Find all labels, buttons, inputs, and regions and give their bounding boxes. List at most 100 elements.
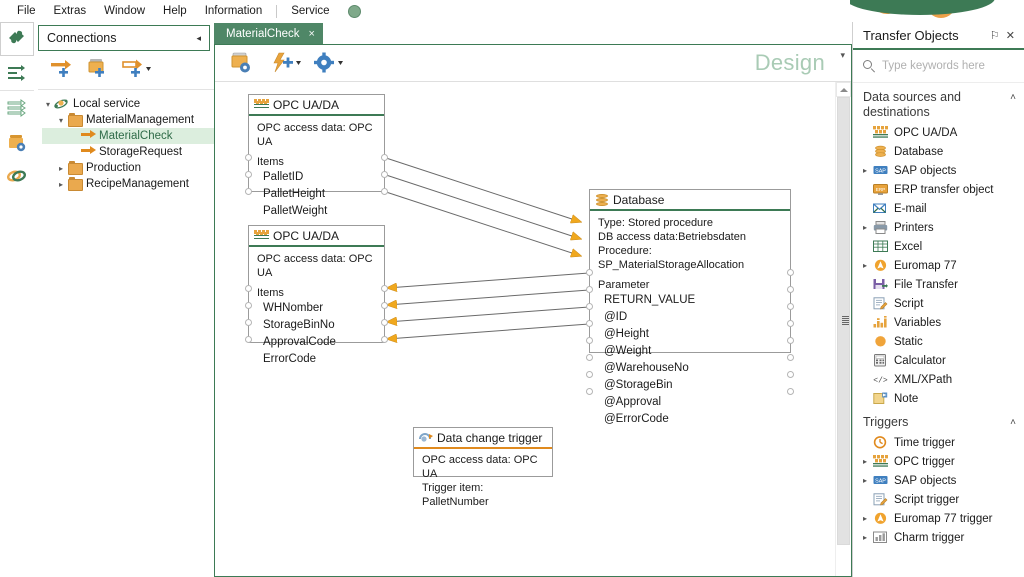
menu-information[interactable]: Information [196, 3, 272, 19]
close-icon[interactable]: ✕ [1003, 29, 1018, 42]
search-input[interactable]: Type keywords here [882, 60, 985, 72]
port-out[interactable] [381, 302, 388, 309]
transfer-object-item[interactable]: ▸SAPSAP objects [853, 161, 1024, 180]
design-canvas[interactable]: OPC UA/DA OPC access data: OPC UA Items … [215, 82, 851, 576]
port-in[interactable] [586, 337, 593, 344]
expand-twisty-icon[interactable]: ▸ [863, 533, 873, 542]
port-out[interactable] [381, 171, 388, 178]
scrollbar-track[interactable] [836, 97, 851, 557]
port-in[interactable] [586, 303, 593, 310]
settings-button[interactable] [313, 51, 339, 75]
tab-menu-icon[interactable]: ▾ [840, 50, 845, 61]
expand-twisty-icon[interactable]: ▸ [863, 261, 873, 270]
menu-window[interactable]: Window [95, 3, 154, 19]
menu-extras[interactable]: Extras [45, 3, 96, 19]
port-out[interactable] [787, 269, 794, 276]
port-in[interactable] [245, 154, 252, 161]
port-out[interactable] [381, 285, 388, 292]
transfer-object-item[interactable]: E-mail [853, 199, 1024, 218]
transfer-object-item[interactable]: Time trigger [853, 433, 1024, 452]
port-in[interactable] [586, 320, 593, 327]
add-transfer-button[interactable] [122, 58, 148, 82]
tree-twisty[interactable]: ▸ [55, 180, 67, 189]
tab-materialcheck[interactable]: MaterialCheck × [214, 23, 323, 44]
port-out[interactable] [381, 188, 388, 195]
port-in[interactable] [586, 269, 593, 276]
transfer-group-header-data-sources[interactable]: Data sources and destinations˄ [853, 83, 1024, 123]
expand-twisty-icon[interactable]: ▸ [863, 476, 873, 485]
transfer-object-item[interactable]: Variables [853, 313, 1024, 332]
port-in[interactable] [586, 371, 593, 378]
tree-item-materialcheck[interactable]: MaterialCheck [42, 128, 214, 144]
node-opc-ua-da-1[interactable]: OPC UA/DA OPC access data: OPC UA Items … [248, 94, 385, 192]
transfer-objects-search[interactable]: Type keywords here [853, 50, 1024, 83]
port-out[interactable] [381, 336, 388, 343]
node-item[interactable]: @Height [598, 326, 784, 343]
node-item[interactable]: PalletWeight [257, 203, 378, 220]
menu-help[interactable]: Help [154, 3, 196, 19]
port-in[interactable] [245, 336, 252, 343]
node-item[interactable]: ErrorCode [257, 351, 378, 368]
collapse-panel-icon[interactable]: ◂ [196, 33, 209, 44]
expand-twisty-icon[interactable]: ▸ [863, 514, 873, 523]
transfer-object-item[interactable]: ▸Printers [853, 218, 1024, 237]
rail-settings-icon[interactable] [0, 125, 34, 159]
port-out[interactable] [787, 388, 794, 395]
node-database[interactable]: Database Type: Stored procedure DB acces… [589, 189, 791, 353]
expand-twisty-icon[interactable]: ▸ [863, 223, 873, 232]
transfer-object-item[interactable]: File Transfer [853, 275, 1024, 294]
tree-item-local service[interactable]: ▾Local service [42, 96, 214, 112]
port-in[interactable] [586, 354, 593, 361]
node-item[interactable]: PalletID [257, 169, 378, 186]
transfer-object-item[interactable]: Script [853, 294, 1024, 313]
port-in[interactable] [586, 388, 593, 395]
tree-twisty[interactable]: ▾ [42, 100, 54, 109]
port-in[interactable] [245, 171, 252, 178]
scrollbar-thumb[interactable] [837, 97, 850, 545]
transfer-group-header-triggers[interactable]: Triggers˄ [853, 408, 1024, 433]
node-data-change-trigger[interactable]: Data change trigger OPC access data: OPC… [413, 427, 553, 477]
tree-item-materialmanagement[interactable]: ▾MaterialManagement [42, 112, 214, 128]
transfer-object-item[interactable]: ▸OPC trigger [853, 452, 1024, 471]
port-out[interactable] [787, 303, 794, 310]
menu-service[interactable]: Service [282, 3, 338, 19]
chevron-up-icon[interactable]: ˄ [1010, 415, 1016, 428]
port-out[interactable] [787, 337, 794, 344]
port-in[interactable] [245, 302, 252, 309]
port-out[interactable] [787, 320, 794, 327]
port-in[interactable] [245, 319, 252, 326]
canvas-vertical-scrollbar[interactable] [835, 82, 851, 576]
node-item[interactable]: PalletHeight [257, 186, 378, 203]
tree-twisty[interactable]: ▸ [55, 164, 67, 173]
transfer-object-item[interactable]: Excel [853, 237, 1024, 256]
scroll-up-icon[interactable] [836, 82, 851, 97]
node-item[interactable]: RETURN_VALUE [598, 292, 784, 309]
node-item[interactable]: @StorageBin [598, 377, 784, 394]
node-item[interactable]: WHNomber [257, 300, 378, 317]
chevron-up-icon[interactable]: ˄ [1010, 90, 1016, 103]
node-item[interactable]: @Approval [598, 394, 784, 411]
node-item[interactable]: StorageBinNo [257, 317, 378, 334]
transfer-object-item[interactable]: ▸Euromap 77 trigger [853, 509, 1024, 528]
port-out[interactable] [787, 371, 794, 378]
transfer-object-item[interactable]: ▸Euromap 77 [853, 256, 1024, 275]
transfer-object-item[interactable]: Note [853, 389, 1024, 408]
node-item[interactable]: ApprovalCode [257, 334, 378, 351]
rail-inactive-transfers-icon[interactable] [0, 90, 34, 125]
rail-transfers-icon[interactable] [0, 56, 34, 90]
tab-close-icon[interactable]: × [309, 28, 315, 40]
transfer-object-item[interactable]: Database [853, 142, 1024, 161]
menu-file[interactable]: File [8, 3, 45, 19]
project-settings-button[interactable] [229, 51, 255, 75]
rail-puzzle-icon[interactable] [0, 22, 34, 56]
tree-item-recipemanagement[interactable]: ▸RecipeManagement [42, 176, 214, 192]
expand-twisty-icon[interactable]: ▸ [863, 457, 873, 466]
port-out[interactable] [381, 319, 388, 326]
tree-twisty[interactable]: ▾ [55, 116, 67, 125]
port-in[interactable] [245, 188, 252, 195]
transfer-object-item[interactable]: ▸SAPSAP objects [853, 471, 1024, 490]
pin-icon[interactable]: ⚐ [987, 29, 1003, 42]
tree-item-production[interactable]: ▸Production [42, 160, 214, 176]
port-in[interactable] [245, 285, 252, 292]
add-folder-button[interactable] [86, 58, 112, 82]
